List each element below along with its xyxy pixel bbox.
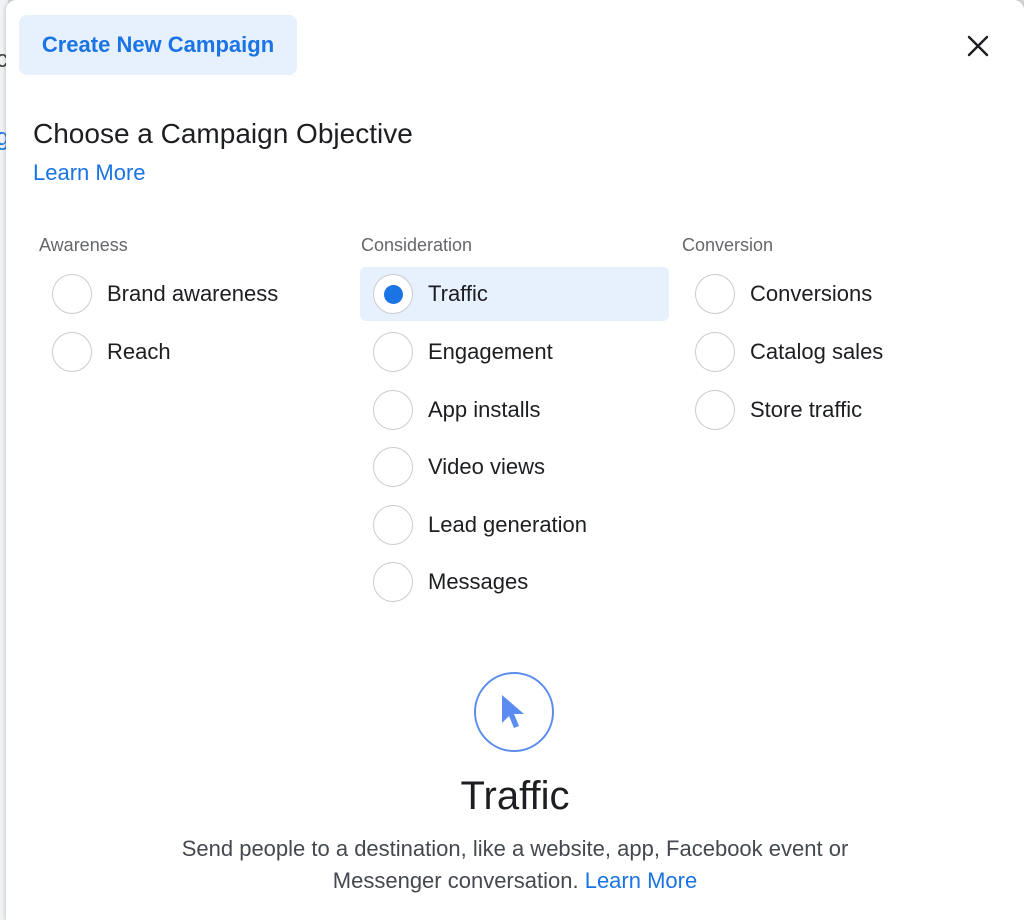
option-label: Lead generation [428, 512, 588, 537]
description-line-2: Messenger conversation. Learn More [6, 865, 1024, 897]
radio-button[interactable] [373, 447, 413, 487]
radio-button[interactable] [373, 332, 413, 372]
objective-description: Send people to a destination, like a web… [6, 833, 1024, 897]
option-label: Messages [428, 569, 529, 594]
option-label: Catalog sales [750, 339, 884, 364]
radio-button-selected[interactable] [373, 274, 413, 314]
radio-button[interactable] [52, 274, 92, 314]
objective-option-traffic[interactable]: Traffic [360, 267, 669, 321]
objective-title: Traffic [460, 774, 570, 818]
page-title: Choose a Campaign Objective [33, 118, 413, 149]
objective-option-messages[interactable]: Messages [360, 555, 669, 609]
radio-button[interactable] [373, 505, 413, 545]
close-icon [967, 35, 989, 57]
description-learn-more-link[interactable]: Learn More [585, 868, 698, 893]
option-label: Traffic [428, 281, 488, 306]
cursor-arrow-icon [502, 695, 524, 728]
objective-option-lead-generation[interactable]: Lead generation [360, 498, 669, 552]
objective-option-video-views[interactable]: Video views [360, 440, 669, 494]
tab-label: Create New Campaign [41, 32, 275, 57]
campaign-dialog: Create New Campaign Choose a Campaign Ob… [6, 0, 1024, 920]
column-title-awareness: Awareness [39, 235, 128, 255]
objective-option-store-traffic[interactable]: Store traffic [682, 383, 982, 437]
description-line-1: Send people to a destination, like a web… [181, 836, 849, 861]
radio-dot [383, 284, 403, 304]
objective-option-app-installs[interactable]: App installs [360, 383, 669, 437]
radio-button[interactable] [695, 274, 735, 314]
close-button[interactable] [958, 26, 998, 66]
option-label: Video views [428, 454, 545, 479]
objective-option-brand-awareness[interactable]: Brand awareness [39, 267, 339, 321]
objective-option-engagement[interactable]: Engagement [360, 325, 669, 379]
radio-button[interactable] [695, 390, 735, 430]
description-text: Messenger conversation. [332, 868, 579, 893]
column-title-consideration: Consideration [361, 235, 473, 255]
option-label: App installs [428, 397, 541, 422]
objective-option-reach[interactable]: Reach [39, 325, 339, 379]
column-title-conversion: Conversion [682, 235, 774, 255]
learn-more-link[interactable]: Learn More [33, 160, 146, 186]
objective-option-catalog-sales[interactable]: Catalog sales [682, 325, 982, 379]
objective-icon-circle [474, 672, 554, 752]
create-campaign-tab[interactable]: Create New Campaign [19, 15, 297, 75]
option-label: Conversions [750, 281, 873, 306]
radio-button[interactable] [695, 332, 735, 372]
option-label: Reach [107, 339, 171, 364]
option-label: Store traffic [750, 397, 863, 422]
radio-button[interactable] [373, 562, 413, 602]
radio-button[interactable] [373, 390, 413, 430]
radio-button[interactable] [52, 332, 92, 372]
option-label: Engagement [428, 339, 553, 364]
option-label: Brand awareness [107, 281, 279, 306]
objective-option-conversions[interactable]: Conversions [682, 267, 982, 321]
